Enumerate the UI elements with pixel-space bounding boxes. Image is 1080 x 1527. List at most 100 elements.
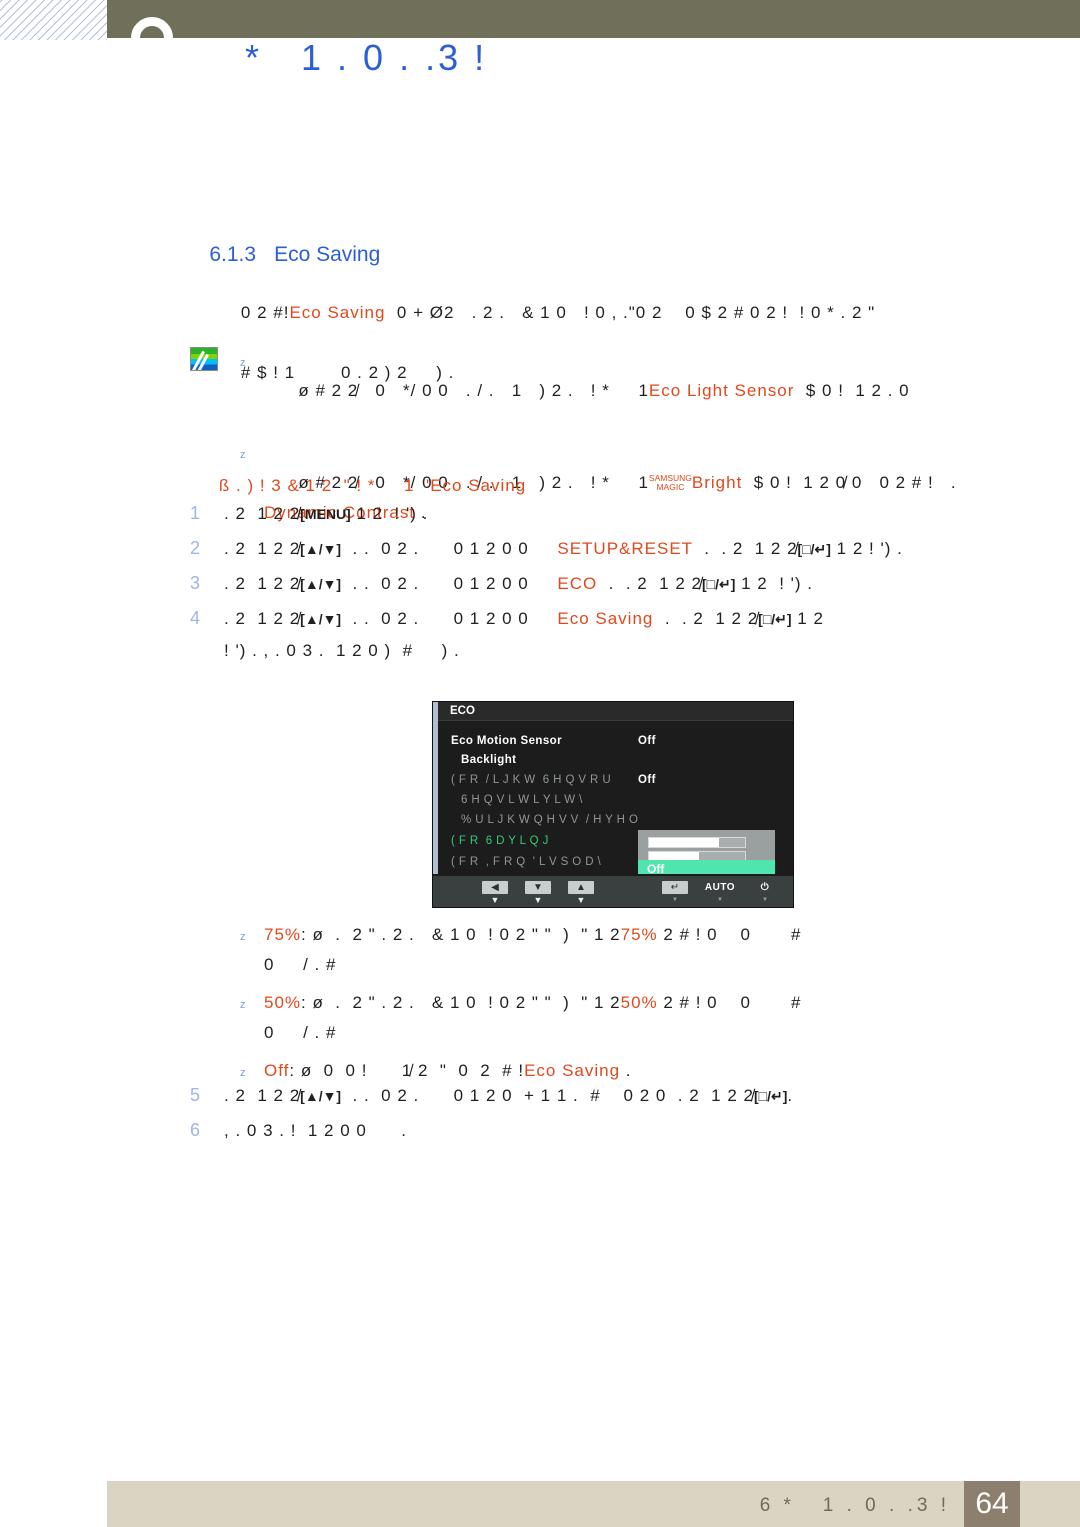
caret-icon: ▼ — [490, 895, 500, 905]
step-text: 1 2 ! ') . — [350, 504, 429, 523]
left-arrow-icon: ◀ — [482, 881, 508, 894]
step-number: 1 — [190, 503, 202, 523]
page-title: * 1 . 0 . .3 ! — [245, 37, 488, 78]
osd-left-button[interactable]: ◀ ▼ — [475, 881, 515, 905]
caret-icon: ▼ — [533, 895, 543, 905]
corner-hatch-decoration — [0, 0, 107, 40]
step-item: 6 , . 0 3 . ! 1 2 0 0 . — [186, 1115, 1066, 1146]
caret-icon: ▼ — [762, 897, 768, 903]
note-text-mid: $ 0 ! 1 2 0̸ 0 0 2 # ! . — [742, 473, 957, 492]
step-item: 1 . 2 1 2 2̸[MENU] 1 2 ! ') . — [186, 498, 1066, 530]
option-value-label: 50% — [264, 993, 302, 1012]
step-text: 1 2 ! ') . — [735, 574, 814, 593]
step-highlight-term: ECO — [557, 574, 598, 593]
osd-row-value: Off — [638, 735, 656, 747]
osd-slider-bar — [648, 837, 746, 848]
procedure-heading-term: Eco Saving — [430, 476, 527, 495]
osd-auto-button[interactable]: AUTO ▼ — [695, 881, 745, 904]
enter-icon: ↵ — [662, 881, 688, 894]
osd-row-label: Eco Motion Sensor — [451, 735, 562, 747]
step-number: 2 — [190, 538, 202, 558]
caret-icon: ▼ — [576, 895, 586, 905]
intro-term-eco-saving: Eco Saving — [289, 303, 386, 322]
osd-row-label: Backlight — [461, 754, 517, 766]
osd-row-label: ( F R , F R Q ' L V S O D \ — [451, 856, 602, 868]
magic-bottom: MAGIC — [656, 481, 685, 492]
note-term-eco-light-sensor: Eco Light Sensor — [648, 381, 795, 400]
step-highlight-term: Eco Saving — [557, 609, 654, 628]
enter-key-label: [□/↵] — [753, 1088, 788, 1104]
samsung-magic-logo: SAMSUNG MAGIC — [649, 473, 692, 492]
osd-enter-button[interactable]: ↵ ▼ — [655, 881, 695, 904]
osd-button-bar: ◀ ▼ ▼ ▼ ▲ ▼ ↵ ▼ AUTO ▼ ⏻ ▼ — [433, 874, 793, 907]
step-text: . . 0 2 . 0 1 2 0 0 — [341, 609, 558, 628]
footer-text: 6 * 1 . 0 . .3 ! — [759, 1495, 950, 1516]
step-number: 3 — [190, 573, 202, 593]
note-term-magicbright: Bright — [691, 473, 743, 492]
osd-row-label: 6 H Q V L W L Y L W \ — [461, 794, 583, 806]
step-number: 4 — [190, 608, 202, 628]
intro-line1-pre: 0 2 #! — [240, 303, 290, 322]
step-text: . 2 1 2 2̸ — [224, 1086, 301, 1105]
osd-down-button[interactable]: ▼ ▼ — [518, 881, 558, 905]
caret-icon: ▼ — [672, 897, 678, 903]
section-title: Eco Saving — [274, 243, 381, 266]
option-text-b: 2 # ! 0 0 # — [657, 993, 802, 1012]
updown-key-label: [▲/▼] — [300, 541, 342, 557]
enter-key-label: [□/↵] — [702, 576, 736, 592]
caret-icon: ▼ — [717, 897, 723, 903]
option-text-c: 0 / . # — [264, 955, 337, 974]
option-text-c: 0 / . # — [264, 1023, 337, 1042]
note-bullet-icon: z — [240, 357, 247, 369]
step-text: . . 0 2 . 0 1 2 0 0 — [341, 574, 558, 593]
option-text-b: 2 # ! 0 0 # — [657, 925, 802, 944]
step-text: . 2 1 2 2̸ — [224, 539, 301, 558]
osd-power-button[interactable]: ⏻ ▼ — [745, 881, 785, 904]
option-bullet-icon: z — [240, 931, 247, 943]
page-content: * 1 . 0 . .3 ! 6.1.3 Eco Saving 0 2 #!Eco… — [0, 0, 1080, 1527]
option-item: z 75%: ø . 2 " . 2 . & 1 0 ! 0 2 " " ) " … — [228, 920, 1058, 980]
osd-value-panel: Off — [638, 830, 775, 879]
step-item: 3 . 2 1 2 2̸[▲/▼] . . 0 2 . 0 1 2 0 0 ECO… — [186, 568, 1066, 600]
step-text: , . 0 3 . ! 1 2 0 0 . — [224, 1121, 407, 1140]
osd-up-button[interactable]: ▲ ▼ — [561, 881, 601, 905]
step-text: . 2 1 2 2̸ — [224, 609, 301, 628]
option-text-a: : ø . 2 " . 2 . & 1 0 ! 0 2 " " ) " 1 2 — [301, 993, 621, 1012]
option-inline-term: Eco Saving — [524, 1061, 621, 1080]
note-text-post: $ 0 ! 1 2 . 0 — [794, 381, 910, 400]
auto-label: AUTO — [704, 882, 736, 893]
step-item: 4 . 2 1 2 2̸[▲/▼] . . 0 2 . 0 1 2 0 0 Eco… — [186, 603, 1066, 666]
option-text-b: . — [620, 1061, 632, 1080]
option-text-a: : ø . 2 " . 2 . & 1 0 ! 0 2 " " ) " 1 2 — [301, 925, 621, 944]
osd-row-value: Off — [638, 774, 656, 786]
down-arrow-icon: ▼ — [525, 881, 551, 894]
step-number: 5 — [190, 1085, 202, 1105]
updown-key-label: [▲/▼] — [300, 1088, 342, 1104]
section-number: 6.1.3 — [209, 243, 257, 266]
step-text: . — [787, 1086, 794, 1105]
step-item: 5 . 2 1 2 2̸[▲/▼] . . 0 2 . 0 1 2 0 + 1 1… — [186, 1080, 1066, 1112]
enter-key-label: [□/↵] — [797, 541, 831, 557]
osd-row-label: ( F R / L J K W 6 H Q V R U — [451, 774, 612, 786]
option-text-a: : ø 0 0 ! 1̸ 2 " 0 2 # ! — [289, 1061, 525, 1080]
note-pencil-icon — [190, 347, 218, 371]
step-text: . 2 1 2 2̸ — [224, 574, 301, 593]
steps-list: 1. 2 1 2 2̸[MENU] 1 2 ! ') .2. 2 1 2 2̸[… — [186, 498, 1066, 669]
osd-row-label-selected: ( F R 6 D Y L Q J — [451, 835, 549, 847]
step-text: . . 2 1 2 2̸ — [692, 539, 798, 558]
osd-screenshot: ECO Eco Motion Sensor Off Backlight ( F … — [432, 701, 794, 908]
step-text: . . 0 2 . 0 1 2 0 0 — [341, 539, 558, 558]
osd-title-bar: ECO — [438, 702, 793, 721]
intro-line1-post: 0 + Ø2 . 2 . & 1 0 ! 0 , ."0 2 0 $ 2 # 0… — [385, 303, 876, 322]
updown-key-label: [▲/▼] — [300, 576, 342, 592]
option-inline-term: 75% — [620, 925, 658, 944]
step-number: 6 — [190, 1120, 202, 1140]
step-text: 1 2 ! ') . — [830, 539, 903, 558]
osd-title-label: ECO — [450, 705, 475, 717]
page-number: 64 — [964, 1481, 1020, 1527]
option-item: z 50%: ø . 2 " . 2 . & 1 0 ! 0 2 " " ) " … — [228, 988, 1058, 1048]
updown-key-label: [▲/▼] — [300, 611, 342, 627]
enter-key-label: [□/↵] — [758, 611, 792, 627]
step-text: . . 2 1 2 2̸ — [653, 609, 759, 628]
power-icon: ⏻ — [760, 882, 770, 893]
